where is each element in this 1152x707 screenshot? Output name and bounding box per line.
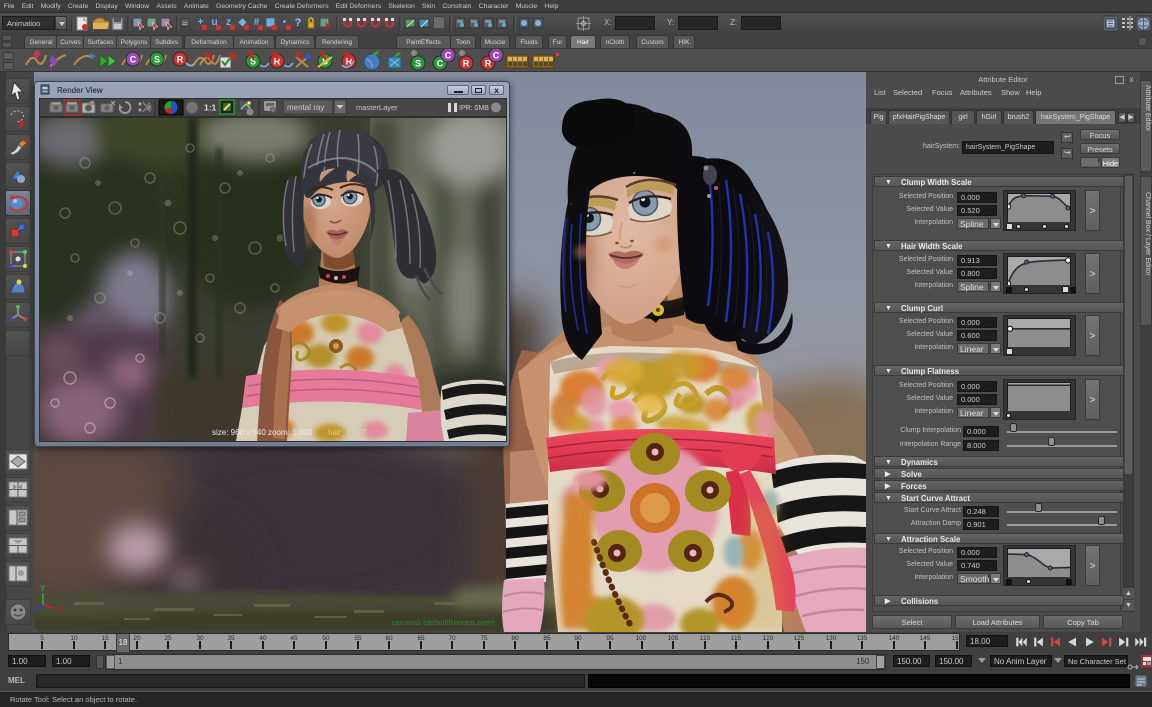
svg-text:C: C [493,51,500,61]
svg-text:R: R [177,55,184,65]
svg-text:X: X [56,605,62,614]
svg-text:camera1 (defaultRenderLayer): camera1 (defaultRenderLayer) [392,618,495,627]
svg-text:size: 960 x 540 zoom: 1.000: size: 960 x 540 zoom: 1.000 [212,428,313,437]
svg-text:IPR: 0MB: IPR: 0MB [459,105,489,112]
svg-text:Y: Y [40,584,46,593]
svg-text:hair_test.iff: hair_test.iff [328,428,368,437]
svg-text:R: R [463,59,470,69]
svg-text:C: C [130,55,137,65]
svg-text:masterLayer: masterLayer [356,103,398,112]
svg-text:1:1: 1:1 [204,103,217,113]
svg-text:mental ray: mental ray [287,103,324,112]
svg-text:C: C [445,51,452,61]
svg-text:S: S [154,55,160,65]
svg-text:S: S [415,59,421,69]
